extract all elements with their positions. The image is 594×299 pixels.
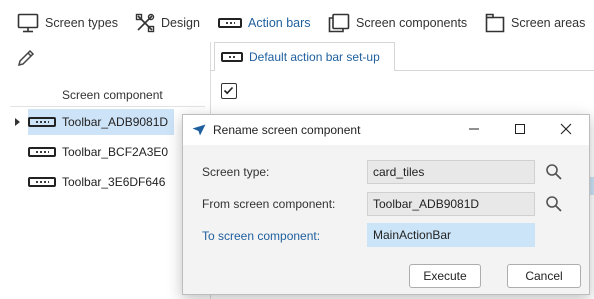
toolbar-item-label: Screen types [45, 16, 118, 30]
cancel-button[interactable]: Cancel [507, 264, 581, 288]
toolbar-item-action-bars[interactable]: Action bars [218, 8, 311, 38]
monitor-icon [17, 13, 39, 33]
toolbar-item-label: Design [161, 16, 200, 30]
screen-type-label: Screen type: [202, 165, 270, 179]
toolbar-icon [28, 147, 56, 157]
minimize-icon [468, 123, 480, 138]
toolbar-item-label: Action bars [248, 16, 311, 30]
toolbar-item-label: Screen components [356, 16, 468, 30]
dialog-titlebar[interactable]: Rename screen component [183, 115, 589, 145]
search-icon[interactable] [545, 195, 563, 213]
checkbox[interactable] [221, 83, 237, 99]
to-component-label: To screen component: [202, 229, 321, 243]
tree-header-divider [10, 106, 205, 107]
edit-button[interactable] [16, 48, 36, 71]
dialog-title: Rename screen component [213, 123, 361, 137]
tab-label: Default action bar set-up [249, 50, 380, 64]
rename-dialog: Rename screen component Screen type: car… [182, 114, 590, 295]
close-icon [560, 123, 572, 138]
toolbar-item-design[interactable]: Design [135, 8, 200, 38]
from-component-label: From screen component: [202, 197, 336, 211]
tools-icon [135, 13, 155, 33]
screen-area-icon [485, 13, 505, 33]
pencil-icon [16, 49, 36, 71]
toolbar-item-screen-types[interactable]: Screen types [17, 8, 118, 38]
action-bar-icon [218, 18, 242, 28]
execute-button[interactable]: Execute [409, 264, 481, 288]
expand-arrow-icon[interactable] [15, 118, 20, 126]
tree-item[interactable]: Toolbar_ADB9081D [28, 109, 174, 135]
toolbar-item-label: Screen areas [511, 16, 586, 30]
screen-component-icon [328, 13, 350, 33]
toolbar-icon [28, 117, 56, 127]
tree-item[interactable]: Toolbar_BCF2A3E0 [28, 139, 174, 165]
screen-type-field[interactable]: card_tiles [367, 160, 535, 184]
to-component-input[interactable]: MainActionBar [367, 223, 535, 247]
maximize-button[interactable] [497, 115, 543, 145]
close-button[interactable] [543, 115, 589, 145]
toolbar-item-screen-components[interactable]: Screen components [328, 8, 467, 38]
tree-item[interactable]: Toolbar_3E6DF646 [28, 169, 174, 195]
search-icon[interactable] [545, 163, 563, 181]
toolbar-icon [28, 177, 56, 187]
action-bar-icon [221, 52, 243, 62]
tab-default-action-bar-setup[interactable]: Default action bar set-up [214, 42, 395, 71]
tree-item-label: Toolbar_ADB9081D [62, 115, 169, 129]
minimize-button[interactable] [451, 115, 497, 145]
partial-selected-row [590, 177, 594, 195]
maximize-icon [514, 123, 526, 138]
app-logo-icon [192, 124, 206, 139]
tree-item-label: Toolbar_3E6DF646 [62, 175, 166, 189]
from-component-field[interactable]: Toolbar_ADB9081D [367, 192, 535, 216]
toolbar-item-screen-areas[interactable]: Screen areas [485, 8, 585, 38]
tree-item-label: Toolbar_BCF2A3E0 [62, 145, 169, 159]
tree-column-header: Screen component [62, 88, 163, 102]
